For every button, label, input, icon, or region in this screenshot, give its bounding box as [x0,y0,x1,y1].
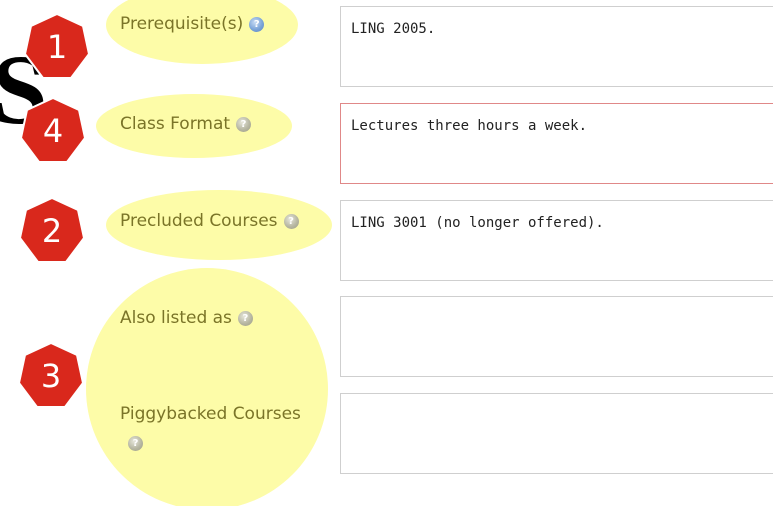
precluded-courses-field[interactable]: LING 3001 (no longer offered). [340,200,773,281]
step-badge-3: 3 [16,341,86,411]
step-badge-1: 1 [22,12,92,82]
course-form-screenshot: S Prerequisite(s) Class Format Precluded… [0,0,773,506]
help-icon[interactable] [236,116,252,132]
piggybacked-courses-label: Piggybacked Courses [120,404,330,456]
class-format-label: Class Format [120,114,252,134]
piggybacked-courses-field[interactable] [340,393,773,474]
step-badge-4: 4 [18,96,88,166]
help-icon[interactable] [128,436,143,451]
also-listed-as-label: Also listed as [120,308,253,328]
precluded-courses-label: Precluded Courses [120,211,299,231]
also-listed-as-field[interactable] [340,296,773,377]
help-icon[interactable] [249,16,265,32]
class-format-field[interactable]: Lectures three hours a week. [340,103,773,184]
prerequisites-label: Prerequisite(s) [120,14,265,34]
help-icon[interactable] [283,213,299,229]
help-icon[interactable] [237,310,253,326]
highlight-listing-group [86,268,328,506]
prerequisites-field[interactable]: LING 2005. [340,6,773,87]
step-badge-2: 2 [17,196,87,266]
